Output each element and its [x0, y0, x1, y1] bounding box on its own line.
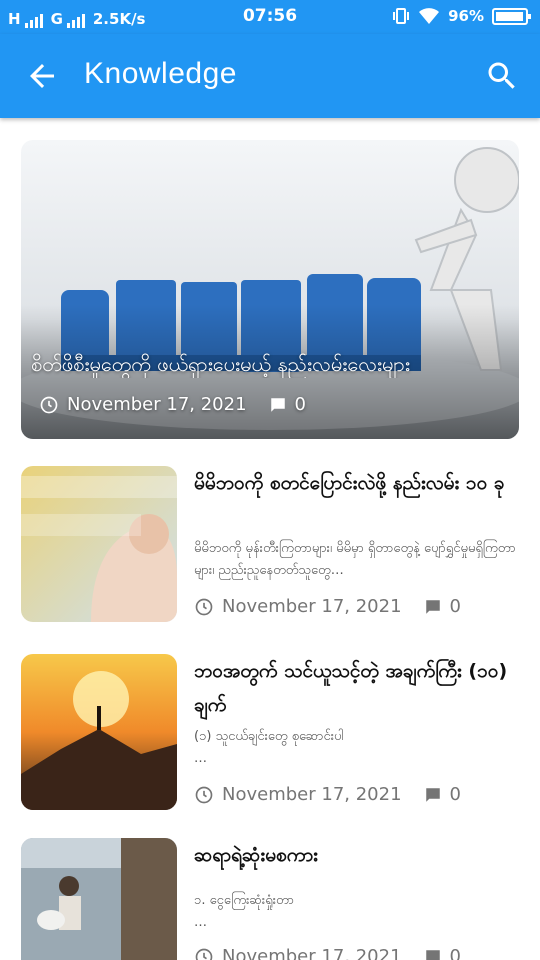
article-meta: November 17, 2021 0 — [194, 946, 461, 960]
arrow-back-icon — [30, 64, 54, 88]
article-excerpt: ၁. ငွေကြေးဆုံးရှုံးတာ … — [194, 893, 295, 930]
article-comment-count: 0 — [449, 784, 461, 805]
search-button[interactable] — [484, 58, 520, 94]
article-title: ဆရာရဲ့ဆုံးမစကား — [194, 844, 318, 866]
status-icons: 96% — [392, 7, 531, 25]
article-list-item[interactable]: ဆရာရဲ့ဆုံးမစကား ၁. ငွေကြေးဆုံးရှုံးတာ … … — [21, 838, 519, 960]
app-bar: Knowledge — [0, 34, 540, 118]
comment-icon — [425, 599, 440, 614]
search-icon — [488, 62, 515, 89]
featured-comment-count: 0 — [294, 394, 306, 415]
comment-icon — [425, 787, 440, 802]
article-thumbnail — [21, 838, 177, 960]
article-list-item[interactable]: မိမိဘဝကို စတင်ပြောင်းလဲဖို့ နည်းလမ်း ၁၀ … — [21, 466, 519, 622]
clock-icon — [40, 396, 58, 413]
back-button[interactable] — [24, 58, 60, 94]
article-thumbnail — [21, 466, 177, 622]
article-title: ဘဝအတွက် သင်ယူသင့်တဲ့ အချက်ကြီး (၁၀) ချက် — [194, 660, 508, 716]
featured-article-card[interactable]: စိတ်ဖိစီးမှုတွေကို ဖယ်ရှားပေးမယ့် နည်းလမ… — [21, 140, 519, 439]
article-meta: November 17, 2021 0 — [194, 784, 461, 805]
clock-icon — [195, 786, 213, 803]
article-comment-count: 0 — [449, 596, 461, 617]
page-title: Knowledge — [84, 57, 237, 90]
article-date: November 17, 2021 — [222, 596, 402, 617]
comment-icon — [270, 397, 285, 412]
article-meta: November 17, 2021 0 — [194, 596, 461, 617]
article-comment-count: 0 — [449, 946, 461, 960]
wifi-icon — [419, 8, 440, 24]
vibrate-icon — [393, 8, 410, 24]
featured-title: စိတ်ဖိစီးမှုတွေကို ဖယ်ရှားပေးမယ့် နည်းလမ… — [31, 352, 410, 376]
battery-icon — [492, 7, 531, 25]
clock-icon — [195, 948, 213, 960]
article-title: မိမိဘဝကို စတင်ပြောင်းလဲဖို့ နည်းလမ်း ၁၀ … — [194, 472, 505, 494]
clock-icon — [195, 598, 213, 615]
article-date: November 17, 2021 — [222, 784, 402, 805]
article-date: November 17, 2021 — [222, 946, 402, 960]
article-list-item[interactable]: ဘဝအတွက် သင်ယူသင့်တဲ့ အချက်ကြီး (၁၀) ချက်… — [21, 654, 519, 810]
article-excerpt: (၁) သူငယ်ချင်းတွေ စုဆောင်းပါ … — [194, 729, 344, 766]
status-bar: H G 2.5K/s 07:56 96% — [0, 0, 540, 34]
featured-date: November 17, 2021 — [67, 394, 247, 415]
battery-percent: 96% — [448, 7, 484, 25]
article-excerpt: မိမိဘဝကို မုန်းတီးကြတာများ၊ မိမိမှာ ရှိတ… — [194, 541, 516, 578]
article-thumbnail — [21, 654, 177, 810]
comment-icon — [425, 949, 440, 960]
featured-meta: November 17, 2021 0 — [39, 394, 306, 415]
